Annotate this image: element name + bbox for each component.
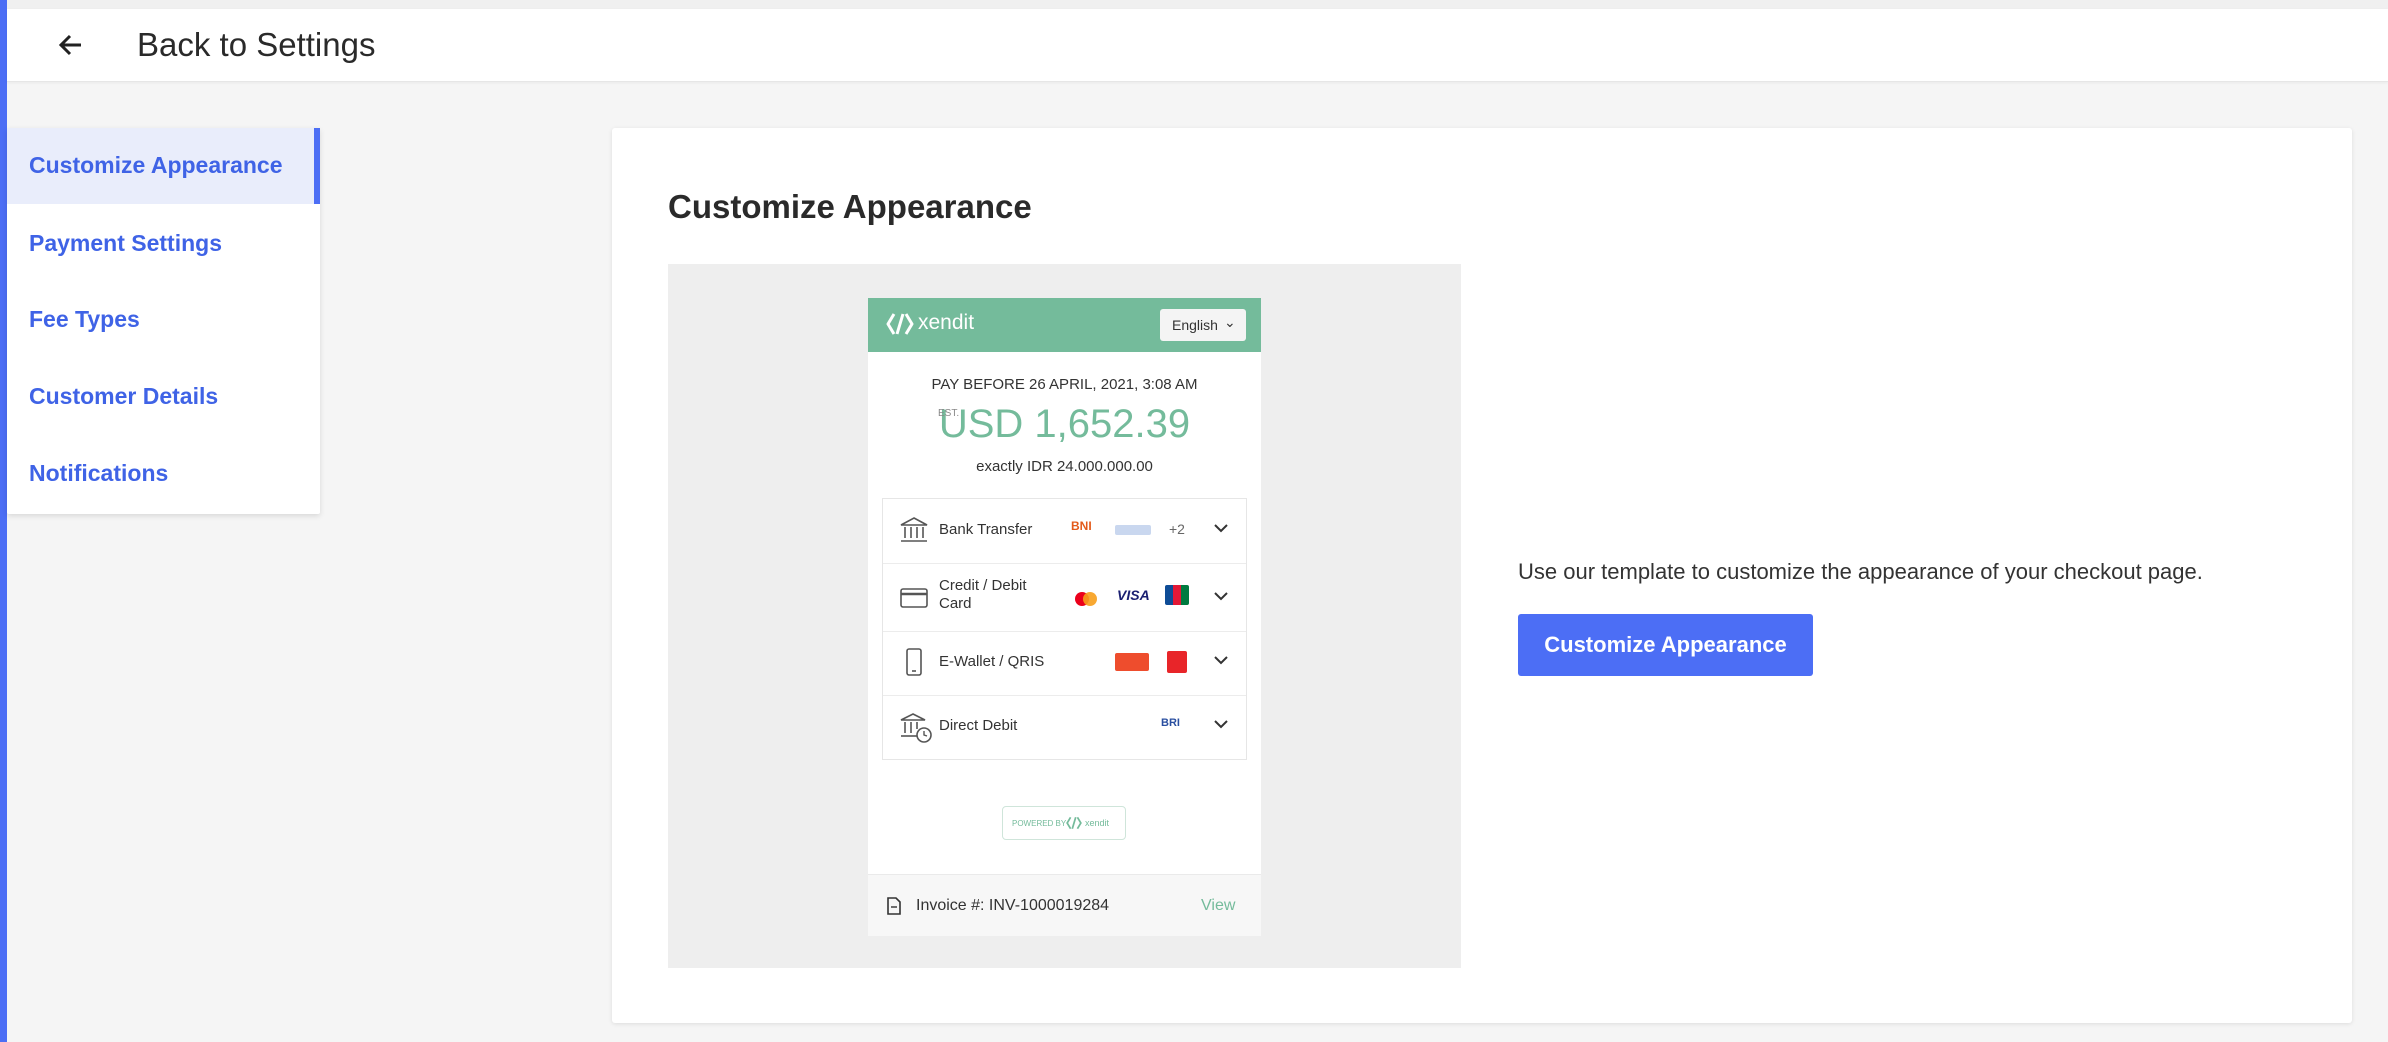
page-header: Back to Settings [7, 9, 2388, 82]
jcb-logo-icon [1165, 585, 1189, 605]
est-label: EST. [938, 408, 960, 419]
customize-appearance-card: Customize Appearance xendit English ⌄ PA… [612, 128, 2352, 1023]
language-select[interactable]: English ⌄ [1160, 309, 1246, 341]
method-direct-debit[interactable]: Direct Debit BRI [883, 695, 1246, 759]
chevron-down-icon: ⌄ [1224, 314, 1236, 330]
preview-brand: xendit [918, 311, 975, 334]
customize-appearance-button[interactable]: Customize Appearance [1518, 614, 1813, 676]
phone-icon [906, 648, 922, 676]
back-to-settings-link[interactable]: Back to Settings [137, 25, 375, 65]
arrow-left-icon[interactable] [55, 29, 87, 61]
chevron-down-icon [1212, 519, 1230, 542]
bank-clock-icon [900, 713, 932, 743]
powered-by-label: POWERED BY [1012, 819, 1067, 828]
sidebar-item-fee-types[interactable]: Fee Types [7, 282, 320, 358]
bri-logo-icon: BRI [1161, 717, 1180, 729]
chevron-down-icon [1212, 587, 1230, 610]
view-invoice-link[interactable]: View [1201, 897, 1235, 915]
sidebar-item-customize-appearance[interactable]: Customize Appearance [7, 128, 320, 204]
linkaja-logo-icon [1167, 651, 1187, 673]
chevron-down-icon [1212, 651, 1230, 674]
amount: USD 1,652.39 [938, 402, 1191, 446]
language-label: English [1172, 317, 1218, 333]
method-label: E-Wallet / QRIS [939, 653, 1045, 670]
method-label: Bank Transfer [939, 521, 1033, 538]
checkout-preview: xendit English ⌄ PAY BEFORE 26 APRIL, 20… [868, 298, 1261, 936]
visa-logo-icon: VISA [1117, 587, 1150, 603]
xendit-logo-icon [886, 313, 914, 335]
invoice-number: Invoice #: INV-1000019284 [916, 897, 1110, 914]
sidebar-item-label: Notifications [29, 460, 169, 486]
checkout-preview-area: xendit English ⌄ PAY BEFORE 26 APRIL, 20… [668, 264, 1461, 968]
invoice-bar: Invoice #: INV-1000019284 View [868, 874, 1261, 936]
more-banks-count: +2 [1169, 521, 1185, 537]
sidebar-item-payment-settings[interactable]: Payment Settings [7, 206, 320, 282]
method-label: Credit / Debit Card [939, 577, 1027, 612]
sidebar-item-label: Customize Appearance [29, 152, 283, 178]
card-icon [900, 588, 928, 608]
chevron-down-icon [1212, 715, 1230, 738]
shopeepay-logo-icon [1115, 653, 1149, 671]
method-ewallet-qris[interactable]: E-Wallet / QRIS [883, 631, 1246, 696]
top-divider [7, 0, 2388, 9]
method-label: Direct Debit [939, 717, 1018, 734]
bank-logo-icon [1115, 525, 1151, 535]
sidebar-item-customer-details[interactable]: Customer Details [7, 359, 320, 435]
bni-logo-icon: BNI [1071, 519, 1092, 533]
preview-header: xendit English ⌄ [868, 298, 1261, 352]
sidebar-item-label: Customer Details [29, 383, 219, 409]
payment-methods-list: Bank Transfer BNI +2 Credit / Debit Card [882, 498, 1247, 760]
sidebar-item-label: Fee Types [29, 306, 140, 332]
page-title: Customize Appearance [668, 188, 1032, 225]
sidebar-item-notifications[interactable]: Notifications [7, 436, 320, 512]
exact-amount: exactly IDR 24.000.000.00 [976, 458, 1153, 475]
method-bank-transfer[interactable]: Bank Transfer BNI +2 [883, 499, 1246, 564]
pay-before-text: PAY BEFORE 26 APRIL, 2021, 3:08 AM [931, 376, 1198, 393]
mastercard-logo-icon [1075, 592, 1097, 606]
customize-description: Use our template to customize the appear… [1518, 559, 2203, 584]
xendit-logo-icon [1066, 816, 1082, 830]
sidebar-item-label: Payment Settings [29, 230, 222, 256]
powered-by-brand: xendit [1085, 818, 1110, 828]
method-credit-debit-card[interactable]: Credit / Debit Card VISA [883, 563, 1246, 632]
powered-by-badge: POWERED BY xendit [1002, 806, 1126, 840]
left-accent-strip [0, 0, 7, 1042]
document-icon [887, 897, 901, 915]
settings-sidebar: Customize Appearance Payment Settings Fe… [7, 128, 320, 514]
bank-icon [900, 517, 928, 542]
